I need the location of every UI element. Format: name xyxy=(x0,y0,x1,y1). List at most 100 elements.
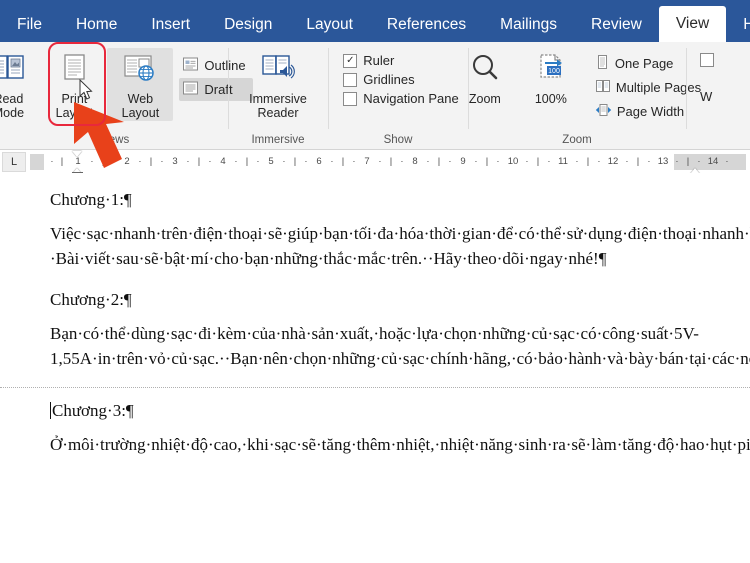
gridlines-label: Gridlines xyxy=(363,72,414,87)
ruler-tick-label: 3 xyxy=(172,154,177,170)
ruler-tick-mark: · xyxy=(575,154,578,170)
paragraph-heading-chuong3[interactable]: Chương·3:¶ xyxy=(50,398,705,423)
ruler-tick-mark: · xyxy=(138,154,141,170)
zoom-label: Zoom xyxy=(469,92,501,106)
ruler-tick-mark: · xyxy=(282,154,285,170)
zoom-magnifier-icon xyxy=(467,52,503,89)
ruler-tick-mark: · xyxy=(647,154,650,170)
print-layout-button[interactable]: Print Layout xyxy=(41,48,107,121)
group-label-zoom: Zoom xyxy=(468,131,686,149)
ruler-tick-mark: | xyxy=(390,154,392,170)
read-mode-label-line2: Mode xyxy=(0,106,24,120)
ruler-tick-mark: | xyxy=(102,154,104,170)
svg-text:100: 100 xyxy=(548,68,560,75)
group-label-immersive: Immersive xyxy=(228,131,328,149)
document-canvas[interactable]: Chương·1:¶ Việc·sạc·nhanh·trên·điện·thoạ… xyxy=(0,173,750,563)
zoom-100-label: 100% xyxy=(535,92,567,106)
ruler-tick-mark: · xyxy=(90,154,93,170)
ruler-tick-mark: · xyxy=(186,154,189,170)
first-line-indent-marker[interactable] xyxy=(72,151,82,157)
immersive-reader-label-line1: Immersive xyxy=(249,92,307,106)
group-label-views: Views xyxy=(0,131,228,149)
ruler-tick-mark: | xyxy=(537,154,539,170)
paragraph-body-chuong3[interactable]: Ở·môi·trường·nhiệt·độ·cao,·khi·sạc·sẽ·tă… xyxy=(50,432,705,457)
ruler-tick-mark: | xyxy=(687,154,689,170)
page-break-divider xyxy=(0,387,750,388)
read-mode-icon xyxy=(0,52,26,89)
web-layout-button[interactable]: Web Layout xyxy=(107,48,173,121)
zoom-button[interactable]: Zoom xyxy=(452,48,518,107)
web-layout-icon xyxy=(122,52,158,89)
ruler-tick-label: 13 xyxy=(658,154,669,170)
ruler-tick-label: 12 xyxy=(608,154,619,170)
tab-review[interactable]: Review xyxy=(574,8,659,42)
ruler-checkbox-row[interactable]: ✓ Ruler xyxy=(339,51,398,70)
ruler-tick-mark: | xyxy=(342,154,344,170)
ruler-tick-mark: | xyxy=(150,154,152,170)
ruler-tick-mark: · xyxy=(675,154,678,170)
tab-insert[interactable]: Insert xyxy=(134,8,207,42)
paragraph-heading-chuong3-text: Chương·3:¶ xyxy=(52,401,134,420)
tab-layout[interactable]: Layout xyxy=(289,8,370,42)
outline-icon xyxy=(182,56,199,75)
ribbon: Read Mode Print Layout xyxy=(0,42,750,150)
ribbon-group-window-partial: W xyxy=(686,42,726,149)
read-mode-button[interactable]: Read Mode xyxy=(0,48,41,121)
read-mode-label-line1: Read xyxy=(0,92,23,106)
ruler-tick-mark: · xyxy=(426,154,429,170)
ruler-track[interactable]: · | 1 · | · 2 · | · 3 · | · 4 · | · 5 · … xyxy=(30,154,746,170)
multiple-pages-icon xyxy=(595,78,611,97)
ruler-tick-mark: · xyxy=(378,154,381,170)
ruler-tick-mark: · xyxy=(352,154,355,170)
ruler-tick-mark: · xyxy=(496,154,499,170)
page-width-icon xyxy=(595,102,612,121)
ruler-tick-mark: | xyxy=(637,154,639,170)
ruler-tick-label: 9 xyxy=(460,154,465,170)
ruler-tick-label: 10 xyxy=(508,154,519,170)
window-partial-icon[interactable] xyxy=(700,53,714,67)
one-page-icon xyxy=(595,54,610,73)
tab-references[interactable]: References xyxy=(370,8,483,42)
ruler-tick-mark: | xyxy=(438,154,440,170)
tab-design[interactable]: Design xyxy=(207,8,289,42)
navigation-pane-checkbox[interactable] xyxy=(343,92,357,106)
group-label-window xyxy=(686,131,726,149)
ruler-tick-mark: · xyxy=(547,154,550,170)
tab-stop-selector[interactable]: L xyxy=(2,152,26,172)
paragraph-heading-chuong2[interactable]: Chương·2:¶ xyxy=(50,287,705,312)
ruler-tick-mark: · xyxy=(208,154,211,170)
ruler-tick-label: 5 xyxy=(268,154,273,170)
ruler-tick-mark: · xyxy=(525,154,528,170)
document-page[interactable]: Chương·1:¶ Việc·sạc·nhanh·trên·điện·thoạ… xyxy=(0,173,750,457)
ribbon-group-zoom: Zoom 100 100% xyxy=(468,42,686,149)
draft-icon xyxy=(182,80,199,99)
immersive-reader-icon xyxy=(260,52,296,89)
ruler-tick-mark: · xyxy=(256,154,259,170)
tab-mailings[interactable]: Mailings xyxy=(483,8,574,42)
gridlines-checkbox-row[interactable]: Gridlines xyxy=(339,70,418,89)
immersive-reader-button[interactable]: Immersive Reader xyxy=(241,48,315,121)
text-caret xyxy=(50,402,51,419)
horizontal-ruler[interactable]: L · | 1 · | · 2 · | · 3 · | · 4 · | · 5 … xyxy=(0,150,750,175)
print-layout-label-line2: Layout xyxy=(56,106,94,120)
paragraph-heading-chuong1[interactable]: Chương·1:¶ xyxy=(50,187,705,212)
ruler-checkbox[interactable]: ✓ xyxy=(343,54,357,68)
zoom-100-button[interactable]: 100 100% xyxy=(518,48,584,107)
ruler-tick-label: 11 xyxy=(558,154,568,170)
ruler-label: Ruler xyxy=(363,53,394,68)
paragraph-body-chuong1[interactable]: Việc·sạc·nhanh·trên·điện·thoại·sẽ·giúp·b… xyxy=(50,221,705,271)
ruler-tick-label: 14 xyxy=(708,154,719,170)
tab-view[interactable]: View xyxy=(659,6,726,42)
paragraph-body-chuong2[interactable]: Bạn·có·thể·dùng·sạc·đi·kèm·của·nhà·sản·x… xyxy=(50,321,705,371)
group-label-show: Show xyxy=(328,131,468,149)
print-layout-label-line1: Print xyxy=(62,92,88,106)
ruler-tick-label: 6 xyxy=(316,154,321,170)
tab-file[interactable]: File xyxy=(0,8,59,42)
web-layout-label-line1: Web xyxy=(128,92,153,106)
tab-home[interactable]: Home xyxy=(59,8,134,42)
ruler-tick-mark: · xyxy=(474,154,477,170)
gridlines-checkbox[interactable] xyxy=(343,73,357,87)
window-partial-label: W xyxy=(700,89,712,104)
tab-help[interactable]: Help xyxy=(726,8,750,42)
ruler-tick-mark: · xyxy=(234,154,237,170)
